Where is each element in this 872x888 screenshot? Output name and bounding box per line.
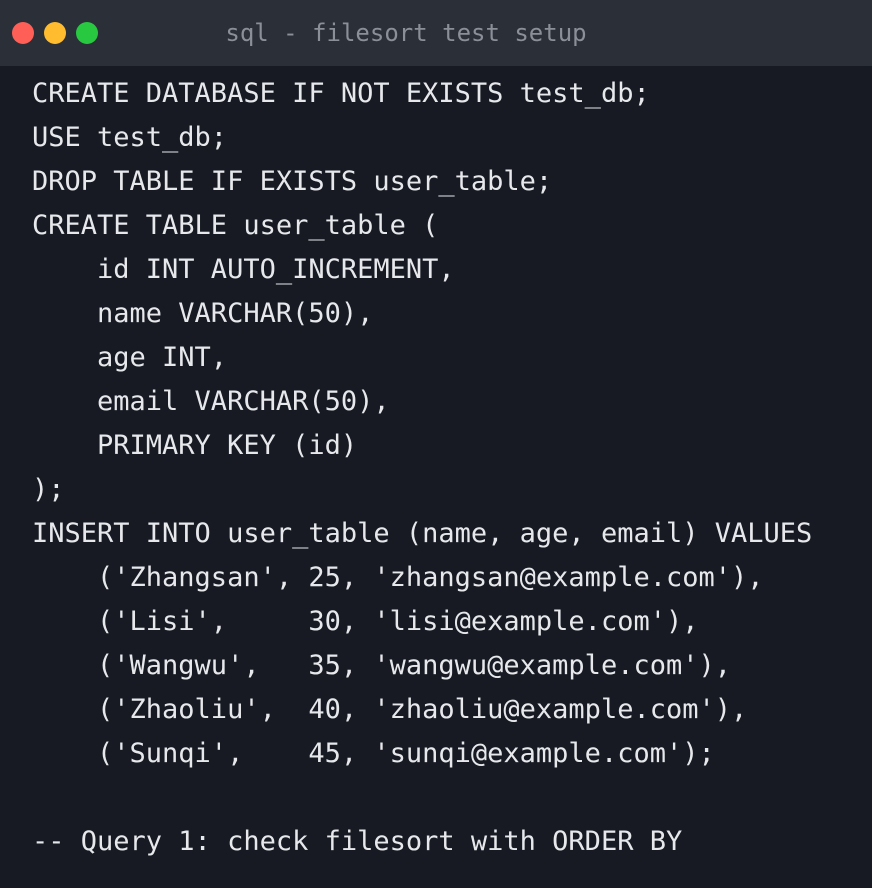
code-line: PRIMARY KEY (id) bbox=[32, 430, 358, 461]
code-line: CREATE DATABASE IF NOT EXISTS test_db; bbox=[32, 78, 650, 109]
code-window: sql - filesort test setup CREATE DATABAS… bbox=[0, 0, 872, 888]
code-line: id INT AUTO_INCREMENT, bbox=[32, 254, 455, 285]
code-line: age INT, bbox=[32, 342, 228, 373]
code-block: CREATE DATABASE IF NOT EXISTS test_db; US… bbox=[32, 72, 812, 864]
window-title: sql - filesort test setup bbox=[225, 19, 587, 47]
code-line: -- Query 1: check filesort with ORDER BY bbox=[32, 826, 683, 857]
code-line: CREATE TABLE user_table ( bbox=[32, 210, 439, 241]
code-line: ); bbox=[32, 474, 65, 505]
code-line: ('Wangwu', 35, 'wangwu@example.com'), bbox=[32, 650, 731, 681]
code-line: ('Sunqi', 45, 'sunqi@example.com'); bbox=[32, 738, 715, 769]
code-line: ('Zhangsan', 25, 'zhangsan@example.com')… bbox=[32, 562, 764, 593]
code-line: INSERT INTO user_table (name, age, email… bbox=[32, 518, 813, 549]
code-line: DROP TABLE IF EXISTS user_table; bbox=[32, 166, 553, 197]
title-bar: sql - filesort test setup bbox=[0, 0, 872, 66]
code-line: USE test_db; bbox=[32, 122, 228, 153]
code-line: name VARCHAR(50), bbox=[32, 298, 374, 329]
code-line: email VARCHAR(50), bbox=[32, 386, 390, 417]
code-line: ('Zhaoliu', 40, 'zhaoliu@example.com'), bbox=[32, 694, 748, 725]
code-line: ('Lisi', 30, 'lisi@example.com'), bbox=[32, 606, 699, 637]
